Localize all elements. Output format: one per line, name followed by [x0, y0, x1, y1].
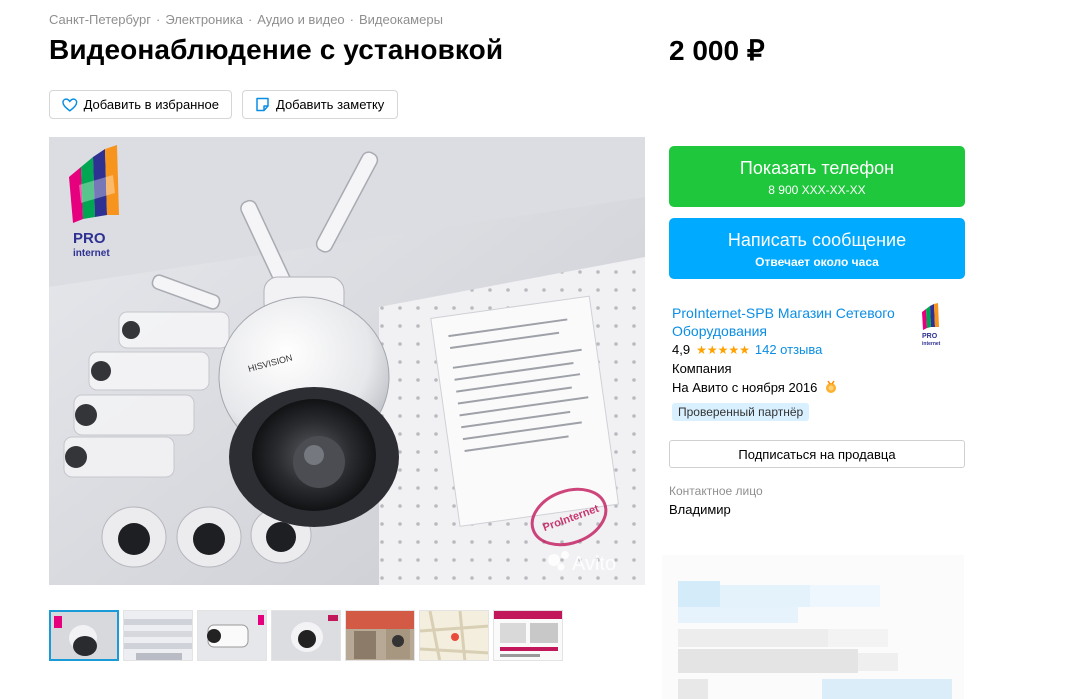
breadcrumb-separator: · — [155, 12, 161, 27]
seller-rating: 4,9 ★★★★★ 142 отзыва — [672, 342, 822, 357]
thumbnail-2[interactable] — [123, 610, 193, 661]
breadcrumb-audio-video[interactable]: Аудио и видео — [257, 12, 344, 27]
breadcrumb-cameras[interactable]: Видеокамеры — [359, 12, 443, 27]
seller-type: Компания — [672, 361, 732, 376]
thumbnail-strip — [49, 610, 563, 661]
rating-value: 4,9 — [672, 342, 691, 357]
pixelated-content — [662, 555, 964, 699]
page-title: Видеонаблюдение с установкой — [49, 34, 504, 65]
thumbnail-1[interactable] — [49, 610, 119, 661]
heart-icon — [62, 97, 78, 112]
contact-person-label: Контактное лицо — [669, 484, 763, 498]
breadcrumb-separator: · — [247, 12, 253, 27]
thumbnail-3[interactable] — [197, 610, 267, 661]
add-to-favorites-label: Добавить в избранное — [83, 97, 219, 112]
seller-name-link[interactable]: ProInternet-SPB Магазин Сетевого Оборудо… — [672, 304, 902, 340]
breadcrumb-separator: · — [349, 12, 354, 27]
add-to-favorites-button[interactable]: Добавить в избранное — [49, 90, 232, 119]
add-note-label: Добавить заметку — [276, 97, 385, 112]
write-message-label: Написать сообщение — [727, 230, 907, 250]
thumbnail-4[interactable] — [271, 610, 341, 661]
seller-since: На Авито с ноября 2016 — [672, 380, 838, 395]
seller-avatar[interactable]: PRO internet — [916, 302, 950, 348]
svg-text:internet: internet — [73, 248, 110, 259]
note-icon — [256, 97, 269, 112]
star-rating-icon: ★★★★★ — [696, 342, 750, 357]
main-photo[interactable]: HISVISION PRO internet ProInternet Avito — [49, 137, 645, 585]
svg-text:PRO: PRO — [73, 230, 106, 247]
write-message-button[interactable]: Написать сообщение Отвечает около часа — [669, 218, 965, 279]
subscribe-seller-button[interactable]: Подписаться на продавца — [669, 440, 965, 468]
breadcrumb: Санкт-Петербург · Электроника · Аудио и виде… — [49, 12, 443, 27]
seller-since-text: На Авито с ноября 2016 — [672, 380, 818, 395]
response-time-label: Отвечает около часа — [755, 255, 879, 269]
thumbnail-6[interactable] — [419, 610, 489, 661]
show-phone-button[interactable]: Показать телефон 8 900 XXX-XX-XX — [669, 146, 965, 207]
show-phone-label: Показать телефон — [739, 158, 895, 178]
add-note-button[interactable]: Добавить заметку — [242, 90, 398, 119]
breadcrumb-city[interactable]: Санкт-Петербург — [49, 12, 151, 27]
thumbnail-7[interactable] — [493, 610, 563, 661]
svg-text:Avito: Avito — [572, 553, 616, 575]
reviews-link[interactable]: 142 отзыва — [755, 342, 823, 357]
thumbnail-5[interactable] — [345, 610, 415, 661]
contact-person-name: Владимир — [669, 502, 731, 517]
svg-text:PRO: PRO — [922, 333, 938, 340]
phone-number-masked: 8 900 XXX-XX-XX — [768, 183, 866, 197]
price: 2 000 ₽ — [669, 35, 765, 66]
breadcrumb-electronics[interactable]: Электроника — [165, 12, 243, 27]
verified-partner-badge: Проверенный партнёр — [672, 403, 810, 421]
svg-text:internet: internet — [922, 341, 941, 347]
medal-icon — [826, 380, 837, 393]
